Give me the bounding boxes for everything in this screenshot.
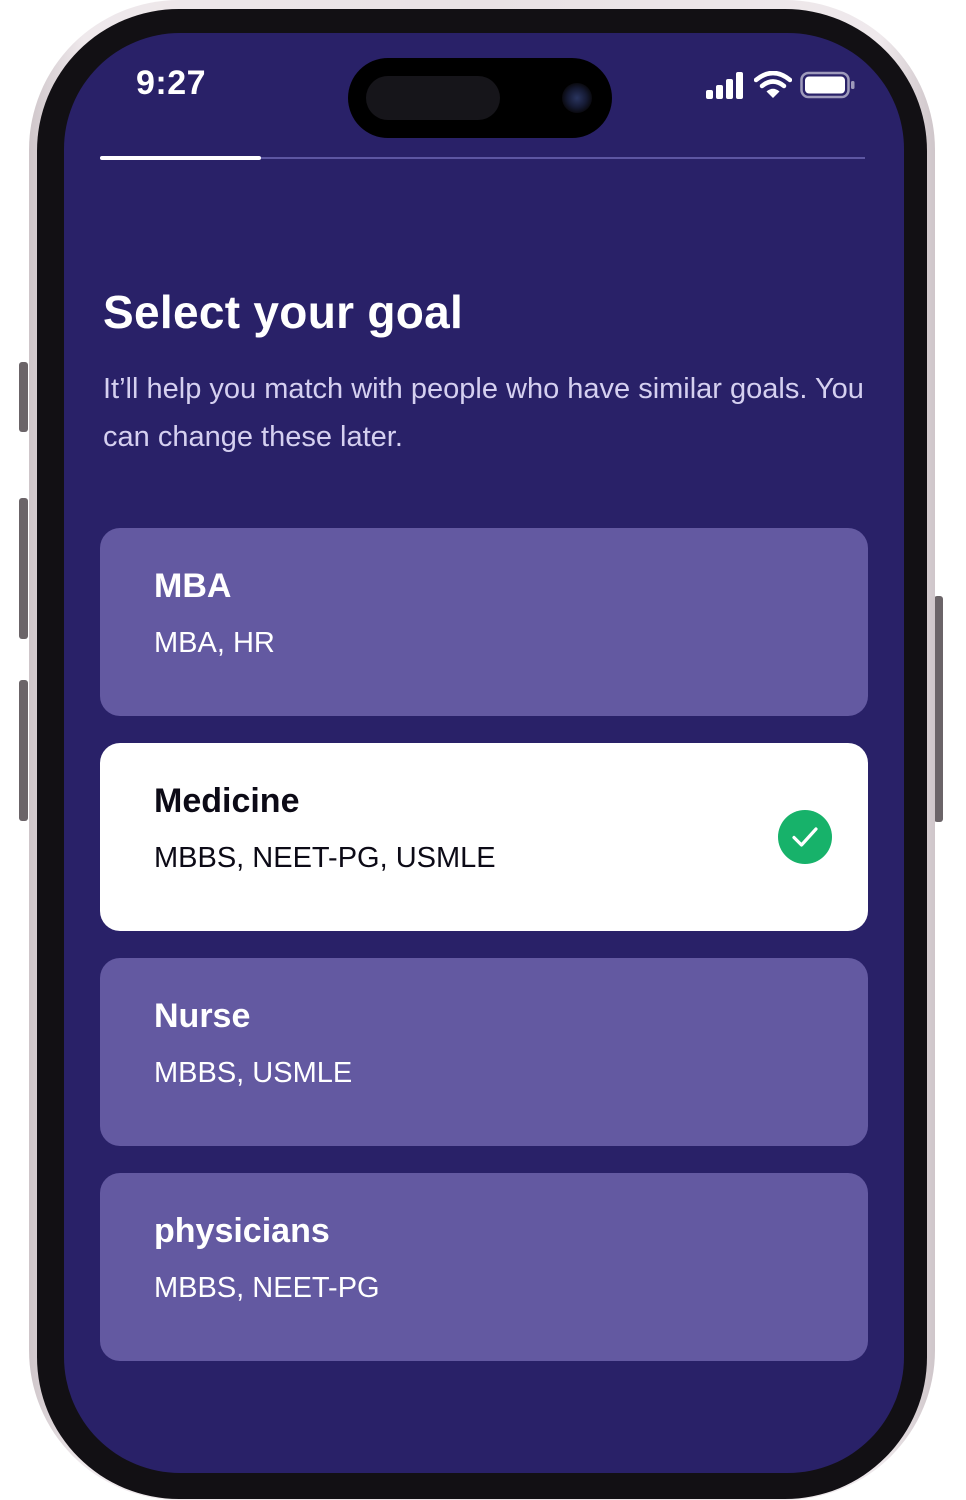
page-title: Select your goal (103, 286, 464, 338)
goal-exams: MBBS, USMLE (154, 1057, 353, 1089)
goal-card-medicine[interactable]: Medicine MBBS, NEET-PG, USMLE (100, 743, 868, 931)
goal-name: physicians (154, 1212, 330, 1250)
face-id-sensor (366, 76, 500, 120)
goal-name: MBA (154, 567, 232, 605)
onboarding-progress (100, 156, 865, 160)
status-time: 9:27 (136, 64, 207, 102)
status-icons (704, 70, 856, 99)
progress-fill (100, 156, 261, 160)
goal-card-mba[interactable]: MBA MBA, HR (100, 528, 868, 716)
volume-down-button (19, 680, 28, 821)
volume-up-button (19, 498, 28, 639)
action-button (19, 362, 28, 432)
power-button (934, 596, 943, 822)
goal-card-nurse[interactable]: Nurse MBBS, USMLE (100, 958, 868, 1146)
goal-exams: MBBS, NEET-PG (154, 1272, 380, 1304)
goal-exams: MBA, HR (154, 627, 275, 659)
app-screen: 9:27 Select your goal It’ll help you mat… (64, 33, 904, 1473)
page-subtitle: It’ll help you match with people who hav… (103, 373, 864, 453)
goal-name: Nurse (154, 997, 251, 1035)
check-circle-icon (778, 810, 832, 864)
goal-list: MBA MBA, HR Medicine MBBS, NEET-PG, USML… (100, 528, 868, 1388)
front-camera-icon (562, 83, 592, 113)
cellular-signal-icon (706, 71, 746, 99)
dynamic-island (348, 58, 612, 138)
goal-name: Medicine (154, 782, 300, 820)
battery-icon (800, 71, 856, 99)
wifi-icon (753, 70, 793, 99)
goal-exams: MBBS, NEET-PG, USMLE (154, 842, 496, 874)
goal-card-physicians[interactable]: physicians MBBS, NEET-PG (100, 1173, 868, 1361)
